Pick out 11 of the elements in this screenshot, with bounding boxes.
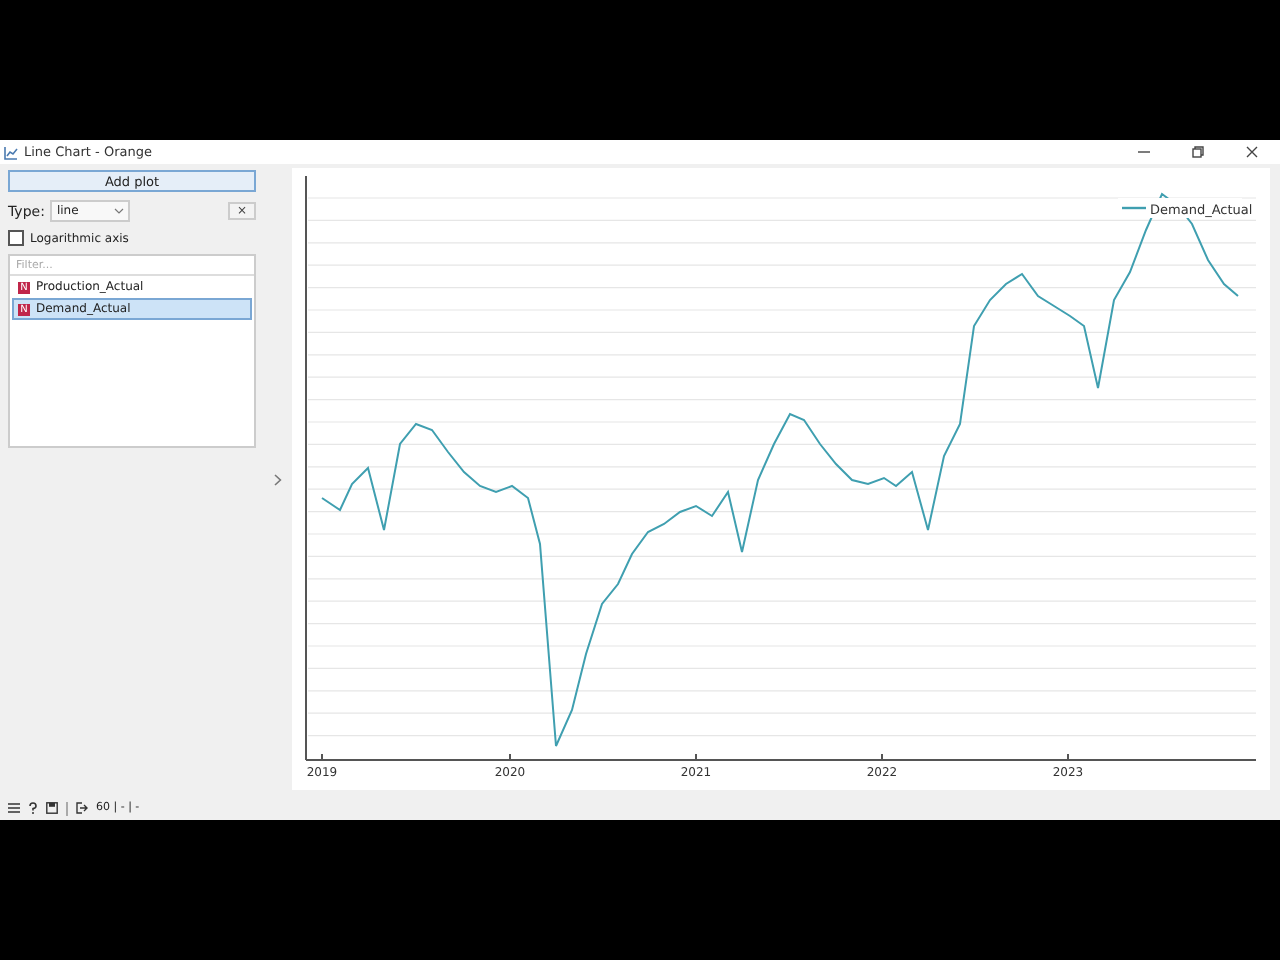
legend-line-icon [1122,206,1146,210]
chart-icon [4,145,18,159]
restore-icon[interactable] [1192,146,1204,158]
minimize-icon[interactable] [1138,146,1150,158]
checkbox[interactable] [8,230,24,246]
chevron-down-icon [114,208,125,214]
menu-icon[interactable] [8,802,20,814]
close-icon[interactable] [1246,146,1258,158]
save-icon[interactable] [46,802,58,814]
help-icon[interactable] [28,802,38,814]
export-icon[interactable] [76,802,88,814]
